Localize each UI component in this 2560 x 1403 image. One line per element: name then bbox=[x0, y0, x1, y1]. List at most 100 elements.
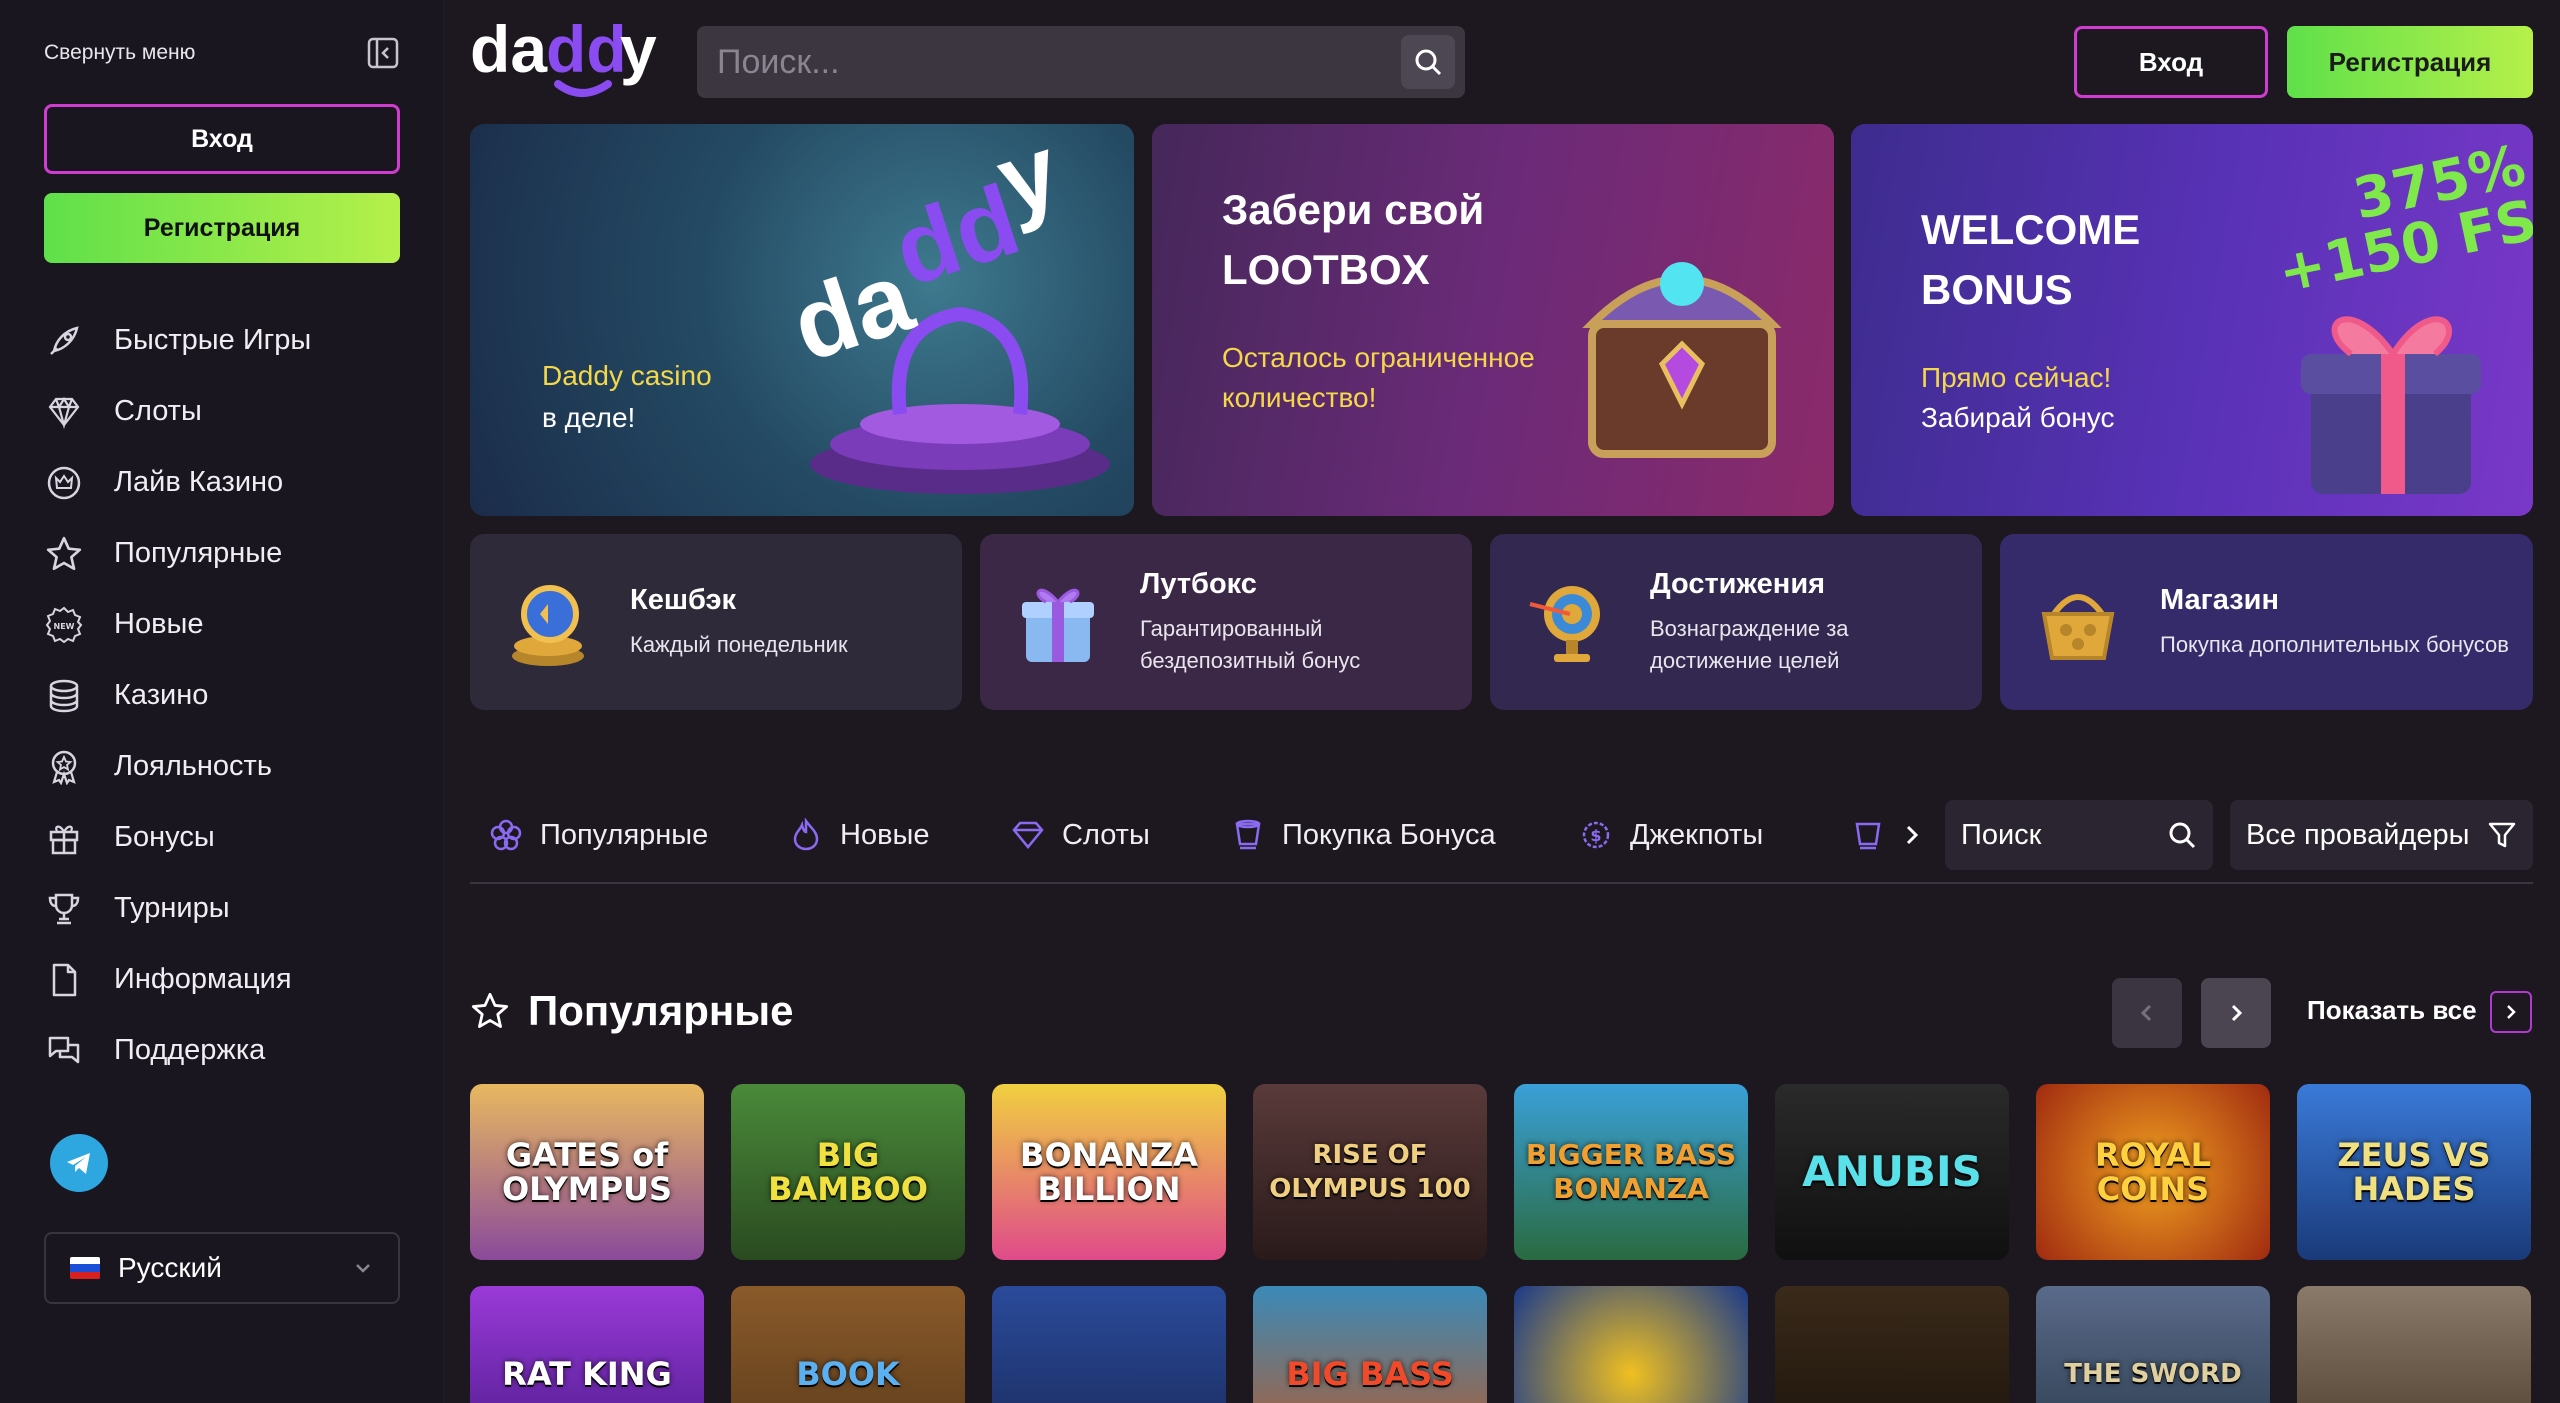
chevron-right-icon[interactable] bbox=[1902, 823, 1922, 847]
header-register-button[interactable]: Регистрация bbox=[2287, 26, 2533, 98]
game-card[interactable]: BONANZA BILLION bbox=[992, 1084, 1226, 1260]
game-card[interactable]: BIG BAMBOO bbox=[731, 1084, 965, 1260]
next-page-button[interactable] bbox=[2201, 978, 2271, 1048]
prev-page-button[interactable] bbox=[2112, 978, 2182, 1048]
sidebar-item-fast-games[interactable]: Быстрые Игры bbox=[44, 305, 400, 376]
collapse-menu-row[interactable]: Свернуть меню bbox=[44, 36, 400, 70]
new-badge-icon: NEW bbox=[44, 605, 84, 645]
telegram-icon[interactable] bbox=[50, 1134, 108, 1192]
tab-jackpots[interactable]: $ Джекпоты bbox=[1578, 800, 1763, 870]
game-title: BOOK bbox=[796, 1355, 900, 1393]
header-search[interactable]: Поиск... bbox=[697, 26, 1465, 98]
search-icon bbox=[2169, 822, 2196, 849]
tab-bonus-buy[interactable]: Покупка Бонуса bbox=[1230, 800, 1496, 870]
flower-icon bbox=[488, 817, 524, 853]
sidebar-item-label: Информация bbox=[114, 963, 292, 995]
sidebar-item-casino[interactable]: Казино bbox=[44, 660, 400, 731]
filter-icon bbox=[2488, 822, 2516, 848]
sidebar-item-loyalty[interactable]: Лояльность bbox=[44, 731, 400, 802]
promo-cashback[interactable]: Кешбэк Каждый понедельник bbox=[470, 534, 962, 710]
game-title: ANUBIS bbox=[1802, 1147, 1982, 1196]
promo-shop[interactable]: Магазин Покупка дополнительных бонусов bbox=[2000, 534, 2533, 710]
cup-icon bbox=[1850, 817, 1886, 853]
banner-daddy-line1: Daddy casino bbox=[542, 360, 712, 391]
game-card[interactable]: GATES of OLYMPUS bbox=[470, 1084, 704, 1260]
tab-popular[interactable]: Популярные bbox=[488, 800, 708, 870]
banner-welcome-line1: Прямо сейчас! bbox=[1921, 362, 2112, 393]
promo-subtitle-line2: достижение целей bbox=[1650, 647, 1840, 673]
tab-slots[interactable]: Слоты bbox=[1010, 800, 1150, 870]
tab-label: Слоты bbox=[1062, 818, 1150, 851]
promo-lootbox[interactable]: Лутбокс Гарантированный бездепозитный бо… bbox=[980, 534, 1472, 710]
trophy-icon bbox=[44, 889, 84, 929]
sidebar-item-tournaments[interactable]: Турниры bbox=[44, 873, 400, 944]
game-card[interactable]: BIG BASS bbox=[1253, 1286, 1487, 1403]
game-card[interactable]: ZEUS VS HADES bbox=[2297, 1084, 2531, 1260]
svg-text:$: $ bbox=[1590, 826, 1601, 845]
chevron-right-icon bbox=[2231, 1004, 2243, 1022]
sidebar-login-button[interactable]: Вход bbox=[44, 104, 400, 174]
medal-icon bbox=[44, 747, 84, 787]
cashback-coins-icon bbox=[498, 572, 598, 672]
game-title: BIG BAMBOO bbox=[768, 1136, 928, 1208]
flame-icon bbox=[788, 817, 824, 853]
promo-achievements[interactable]: Достижения Вознаграждение за достижение … bbox=[1490, 534, 1982, 710]
search-icon bbox=[1415, 49, 1442, 76]
daddy-logo[interactable]: da dd y bbox=[470, 14, 665, 104]
tab-new[interactable]: Новые bbox=[788, 800, 929, 870]
game-card[interactable]: BOOK bbox=[731, 1286, 965, 1403]
game-title: BIGGER BASS BONANZA bbox=[1525, 1138, 1737, 1205]
chevron-left-icon bbox=[2140, 1004, 2152, 1022]
svg-text:NEW: NEW bbox=[54, 622, 75, 631]
sidebar-item-bonuses[interactable]: Бонусы bbox=[44, 802, 400, 873]
game-card[interactable]: THE SWORD bbox=[2036, 1286, 2270, 1403]
category-search-input[interactable]: Поиск bbox=[1945, 800, 2213, 870]
game-card[interactable] bbox=[1775, 1286, 2009, 1403]
sidebar-item-label: Казино bbox=[114, 679, 209, 711]
banner-welcome-bonus[interactable]: WELCOME BONUS Прямо сейчас! Забирай бону… bbox=[1851, 124, 2533, 516]
banner-daddy-casino[interactable]: da dd y Daddy casino в деле! bbox=[470, 124, 1134, 516]
game-card[interactable] bbox=[2297, 1286, 2531, 1403]
sidebar-item-live-casino[interactable]: Лайв Казино bbox=[44, 447, 400, 518]
promo-subtitle-line2: бездепозитный бонус bbox=[1140, 647, 1361, 673]
star-icon bbox=[44, 534, 84, 574]
sidebar-item-popular[interactable]: Популярные bbox=[44, 518, 400, 589]
banner-lootbox[interactable]: Забери свой LOOTBOX Осталось ограниченно… bbox=[1152, 124, 1834, 516]
sidebar-item-label: Быстрые Игры bbox=[114, 324, 312, 356]
svg-text:dd: dd bbox=[546, 14, 627, 86]
sidebar-item-new[interactable]: NEW Новые bbox=[44, 589, 400, 660]
sidebar-item-label: Лояльность bbox=[114, 750, 272, 782]
game-card[interactable]: ROYAL COINS bbox=[2036, 1084, 2270, 1260]
sidebar-item-label: Бонусы bbox=[114, 821, 215, 853]
banner-welcome-line2: Забирай бонус bbox=[1921, 402, 2115, 433]
language-select[interactable]: Русский bbox=[44, 1232, 400, 1304]
show-all-button[interactable] bbox=[2490, 991, 2532, 1033]
sidebar-item-support[interactable]: Поддержка bbox=[44, 1015, 400, 1086]
sidebar-item-info[interactable]: Информация bbox=[44, 944, 400, 1015]
game-title: THE SWORD bbox=[2064, 1359, 2242, 1389]
game-card[interactable] bbox=[992, 1286, 1226, 1403]
game-card[interactable]: RISE OF OLYMPUS 100 bbox=[1253, 1084, 1487, 1260]
sidebar-register-button[interactable]: Регистрация bbox=[44, 193, 400, 263]
tabs-scroll-right[interactable] bbox=[1850, 800, 1922, 870]
game-card[interactable]: BIGGER BASS BONANZA bbox=[1514, 1084, 1748, 1260]
show-all-link[interactable]: Показать все bbox=[2307, 995, 2477, 1026]
sidebar-item-label: Турниры bbox=[114, 892, 230, 924]
chat-icon bbox=[44, 1031, 84, 1071]
section-title: Популярные bbox=[528, 987, 794, 1034]
banner-welcome-title2: BONUS bbox=[1921, 266, 2073, 313]
daddy-pedestal-illustration: da dd y bbox=[779, 144, 1110, 494]
search-button[interactable] bbox=[1401, 35, 1455, 89]
popular-section-header: Популярные bbox=[470, 976, 793, 1046]
game-card[interactable]: ANUBIS bbox=[1775, 1084, 2009, 1260]
game-card[interactable]: RAT KING bbox=[470, 1286, 704, 1403]
sidebar: Свернуть меню Вход Регистрация Быстрые И… bbox=[0, 0, 444, 1403]
collapse-menu-label: Свернуть меню bbox=[44, 41, 196, 64]
collapse-sidebar-icon[interactable] bbox=[366, 36, 400, 70]
game-card[interactable] bbox=[1514, 1286, 1748, 1403]
providers-filter-button[interactable]: Все провайдеры bbox=[2230, 800, 2533, 870]
promo-subtitle-line1: Вознаграждение за bbox=[1650, 615, 1849, 641]
sidebar-item-slots[interactable]: Слоты bbox=[44, 376, 400, 447]
search-input[interactable]: Поиск... bbox=[717, 43, 1401, 82]
header-login-button[interactable]: Вход bbox=[2074, 26, 2268, 98]
